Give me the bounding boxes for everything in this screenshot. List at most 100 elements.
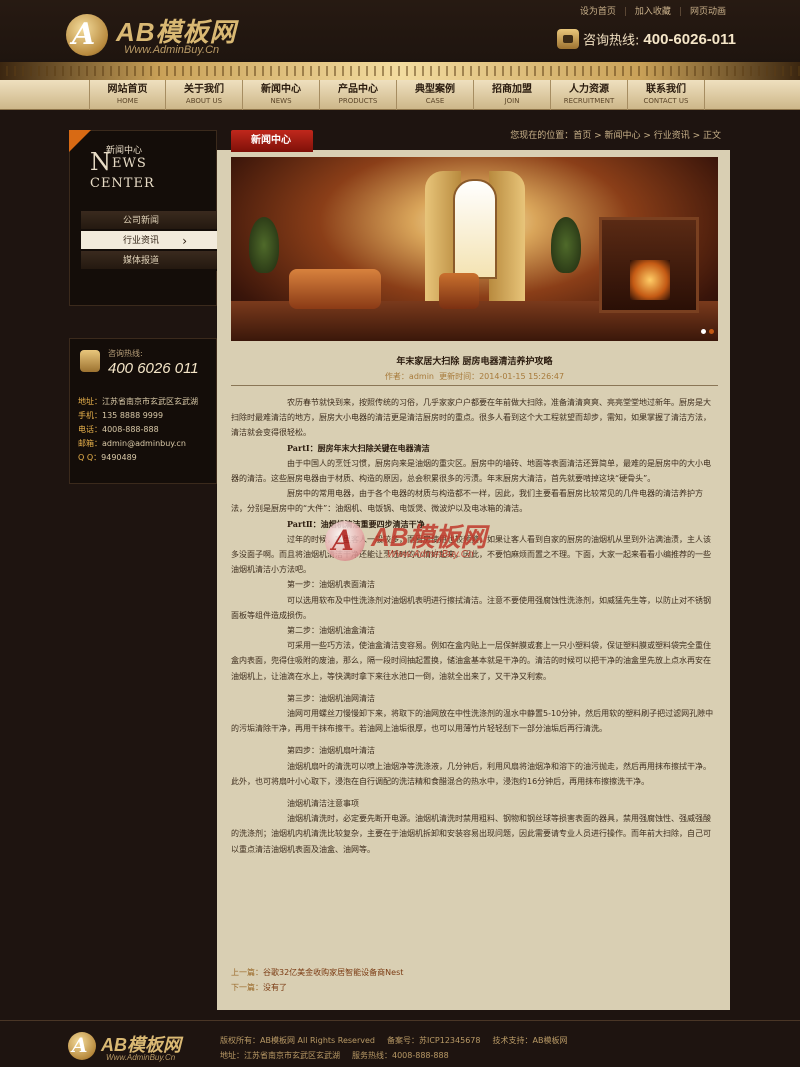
contact-line: 邮箱：admin@adminbuy.cn (78, 439, 186, 448)
article-paragraph: 油网可用螺丝刀慢慢卸下来，将取下的油网放在中性洗涤剂的温水中静置5-10分钟，然… (231, 709, 714, 734)
contact-line: 电话：4008-888-888 (78, 425, 159, 434)
article-updated: 2014-01-15 15:26:47 (479, 372, 565, 381)
article-paragraph: 可采用一些巧方法，使油盒清洁变容易。例如在盒内贴上一层保鲜膜或套上一只小塑料袋，… (231, 641, 711, 681)
sidebar-item-2[interactable]: 行业资讯 (81, 231, 217, 251)
nav-label-cn: 人力资源 (569, 84, 609, 95)
contact-number: 400 6026 011 (108, 360, 199, 377)
footer-hotline: 服务热线：4008-888-888 (352, 1051, 449, 1060)
phone-icon (80, 350, 100, 372)
sofa (289, 269, 381, 309)
nav-item-news[interactable]: 新闻中心 NEWS (243, 80, 320, 110)
nav-item-products[interactable]: 产品中心 PRODUCTS (320, 80, 397, 110)
footer-address: 地址：江苏省南京市玄武区玄武湖 (220, 1051, 340, 1060)
nav-item-home[interactable]: 网站首页 HOME (89, 80, 166, 110)
site-footer: A AB模板网 Www.AdminBuy.Cn 版权所有：AB模板网 All R… (0, 1020, 800, 1067)
footer-logo[interactable]: A AB模板网 Www.AdminBuy.Cn (68, 1031, 208, 1065)
nav-label-en: ABOUT US (185, 97, 223, 105)
article-paragraph: 第四步：油烟机扇叶清洁 (287, 746, 375, 756)
contact-box: 咨询热线: 400 6026 011 地址：江苏省南京市玄武区玄武湖 手机：135… (69, 338, 217, 484)
hotline-label: 咨询热线: (583, 33, 640, 49)
top-links: 设为首页 | 加入收藏 | 网页动画 (572, 4, 734, 17)
sidebar-item-1[interactable]: 公司新闻 (81, 211, 217, 231)
nav-label-cn: 网站首页 (107, 84, 148, 95)
sidebar-item-3[interactable]: 媒体报道 (81, 251, 217, 271)
armchair (439, 273, 479, 309)
nav-item-recruitment[interactable]: 人力资源 RECRUITMENT (551, 80, 628, 110)
animation-link[interactable]: 网页动画 (682, 4, 734, 17)
next-article-link[interactable]: 没有了 (263, 983, 287, 992)
article-paragraph: 农历春节就快到来，按照传统的习俗，几乎家家户户都要在年前做大扫除，准备清清爽爽、… (231, 398, 711, 438)
icp-number[interactable]: 备案号：苏ICP12345678 (387, 1036, 481, 1045)
article-paragraph: 第一步：油烟机表面清洁 (287, 580, 375, 590)
set-homepage-link[interactable]: 设为首页 (572, 4, 624, 17)
main-content: 新闻中心 您现在的位置：首页 > 新闻中心 > 行业资讯 > 正文 年末家居大扫… (217, 125, 730, 1010)
footer-info: 版权所有：AB模板网 All Rights Reserved 备案号：苏ICP12… (220, 1033, 579, 1063)
contact-line: Q Q：9490489 (78, 453, 137, 462)
article-author: admin (408, 372, 434, 381)
contact-details: 地址：江苏省南京市玄武区玄武湖 手机：135 8888 9999 电话：4008-8… (78, 395, 214, 465)
article-heading: PartⅡ：油烟机清洁重要四步清洁干净 (287, 518, 425, 529)
nav-label-en: JOIN (504, 97, 520, 105)
sidebar-title-en: NEWS CENTER (90, 148, 155, 191)
nav-item-about-us[interactable]: 关于我们 ABOUT US (166, 80, 243, 110)
divider (231, 385, 718, 386)
plant-left (249, 217, 279, 273)
nav-label-en: CASE (425, 97, 445, 105)
phone-icon (557, 29, 580, 49)
contact-line: 手机：135 8888 9999 (78, 411, 164, 420)
breadcrumb[interactable]: 您现在的位置：首页 > 新闻中心 > 行业资讯 > 正文 (510, 128, 721, 141)
article-paragraph: 第二步：油烟机油盒清洁 (287, 626, 375, 636)
prev-article-link[interactable]: 谷歌32亿美金收购家居智能设备商Nest (263, 968, 403, 977)
nav-label-cn: 新闻中心 (261, 84, 301, 95)
nav-item-join[interactable]: 招商加盟 JOIN (474, 80, 551, 110)
main-top-bar: 新闻中心 您现在的位置：首页 > 新闻中心 > 行业资讯 > 正文 (217, 125, 730, 152)
article-paragraph: 第三步：油烟机油网清洁 (287, 693, 375, 703)
tech-support: 技术支持：AB模板网 (492, 1036, 568, 1045)
article-title: 年末家居大扫除 厨房电器清洁养护攻略 (396, 357, 553, 367)
contact-line: 地址：江苏省南京市玄武区玄武湖 (78, 397, 198, 406)
nav-label-en: CONTACT US (643, 97, 689, 105)
article-paragraph: 厨房中的常用电器，由于各个电器的材质与构造都不一样，因此，我们主要看看厨房比较常… (231, 489, 703, 514)
nav-item-case[interactable]: 典型案例 CASE (397, 80, 474, 110)
logo-emblem: A (68, 1032, 96, 1060)
article-meta: 作者：admin 更新时间：2014-01-15 15:26:47 (384, 372, 565, 381)
nav-label-en: NEWS (270, 97, 292, 105)
fireplace (599, 217, 699, 313)
plant-right (551, 217, 581, 273)
nav-label-cn: 产品中心 (338, 84, 378, 95)
copyright: 版权所有：AB模板网 All Rights Reserved (220, 1036, 375, 1045)
nav-label-cn: 典型案例 (415, 84, 455, 95)
sidebar: 新闻中心 NEWS CENTER 公司新闻行业资讯媒体报道 咨询热线: 400 … (69, 130, 217, 484)
sidebar-menu: 公司新闻行业资讯媒体报道 (81, 211, 217, 271)
article-paragraph: 油烟机清洁注意事项 (287, 799, 359, 809)
article-body: 农历春节就快到来，按照传统的习俗，几乎家家户户都要在年前做大扫除，准备清清爽爽、… (231, 395, 718, 857)
article-pager: 上一篇：谷歌32亿美金收购家居智能设备商Nest 下一篇：没有了 (231, 968, 404, 992)
add-favorite-link[interactable]: 加入收藏 (627, 4, 679, 17)
header-ornament (0, 62, 800, 80)
nav-item-contact-us[interactable]: 联系我们 CONTACT US (628, 80, 705, 110)
news-center-box: 新闻中心 NEWS CENTER 公司新闻行业资讯媒体报道 (69, 130, 217, 306)
header-hotline: 咨询热线: 400-6026-011 (557, 29, 736, 49)
nav-label-en: PRODUCTS (338, 97, 378, 105)
article-paragraph: 由于中国人的烹饪习惯，厨房向来是油烟的重灾区。厨房中的墙砖、地面等表面清洁还算简… (231, 458, 711, 484)
article-paragraph: 过年的时候，家里客人一般较多，而厨房使用也较频繁，如果让客人看到自家的厨房的油烟… (231, 534, 711, 575)
banner-pager (698, 327, 714, 337)
nav-label-cn: 招商加盟 (492, 84, 532, 95)
article-paragraph: 油烟机扇叶的清洗可以喷上油烟净等洗涤液，几分钟后，利用风扇将油烟净和溶下的油污抛… (231, 761, 711, 786)
logo-url: Www.AdminBuy.Cn (124, 44, 220, 56)
nav-label-en: HOME (116, 97, 139, 105)
article-heading: PartⅠ：厨房年末大扫除关键在电器清洁 (287, 442, 430, 453)
section-tab: 新闻中心 (231, 130, 313, 152)
banner-dot[interactable] (709, 329, 714, 334)
banner-dot[interactable] (701, 329, 706, 334)
logo-emblem: A (66, 14, 108, 56)
main-nav: 网站首页 HOME 关于我们 ABOUT US 新闻中心 NEWS 产品中心 PRODUCTS… (0, 80, 800, 110)
site-logo[interactable]: A AB模板网 Www.AdminBuy.Cn (66, 10, 266, 66)
banner-image (231, 157, 718, 341)
article-paragraph: 油烟机清洗时，必定要先断开电源。油烟机清洗时禁用粗料、钢物和钢丝球等损害表面的器… (231, 814, 711, 854)
article-paragraph: 可以选用软布及中性洗涤剂对油烟机表明进行擦拭清洁。注意不要使用强腐蚀性洗涤剂，如… (231, 595, 711, 620)
nav-label-en: RECRUITMENT (563, 97, 615, 105)
hotline-number: 400-6026-011 (643, 30, 736, 48)
window (453, 179, 497, 279)
contact-label: 咨询热线: (108, 349, 143, 358)
